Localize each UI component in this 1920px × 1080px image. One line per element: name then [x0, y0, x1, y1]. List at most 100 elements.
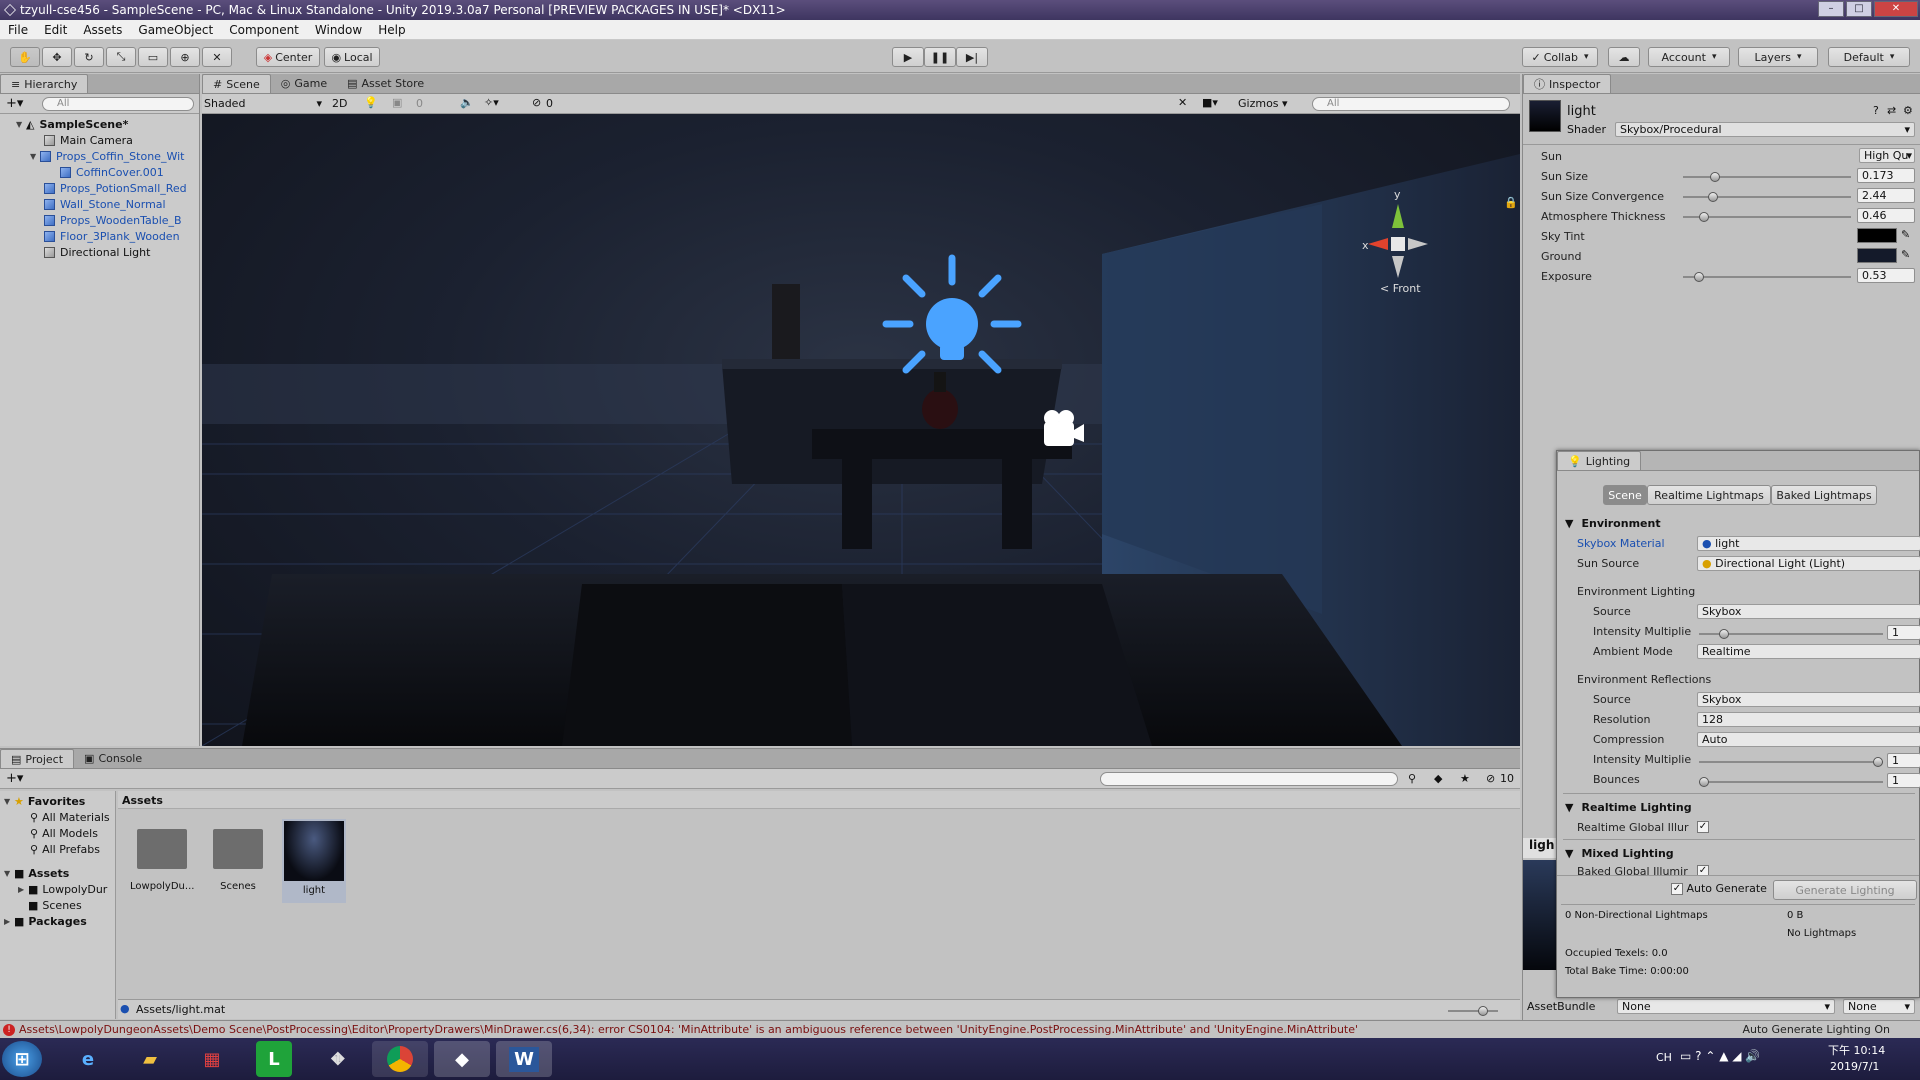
bounces-field[interactable]: 1	[1887, 773, 1920, 788]
bounces-slider[interactable]	[1699, 777, 1883, 787]
asset-item-scenes[interactable]: Scenes	[206, 819, 270, 903]
apps-icon[interactable]: ▦	[184, 1041, 240, 1077]
sun-convergence-field[interactable]: 2.44	[1857, 188, 1915, 203]
slider-knob[interactable]	[1698, 212, 1709, 222]
hierarchy-search-input[interactable]: All	[42, 97, 194, 111]
favorites-item-materials[interactable]: ⚲ All Materials	[0, 809, 115, 825]
slider-knob[interactable]	[1708, 192, 1719, 202]
sun-convergence-slider[interactable]	[1683, 192, 1851, 202]
light-gizmo-icon[interactable]	[882, 254, 1022, 374]
exposure-slider[interactable]	[1683, 272, 1851, 282]
mixed-lighting-section[interactable]: ▼ Mixed Lighting	[1565, 847, 1674, 860]
realtime-gi-checkbox[interactable]: ✓	[1697, 820, 1709, 833]
tab-baked-lightmaps[interactable]: Baked Lightmaps	[1771, 485, 1877, 505]
project-search-input[interactable]	[1100, 772, 1398, 786]
view-orientation-label[interactable]: < Front	[1380, 282, 1421, 295]
shading-mode-dropdown[interactable]: Shaded ▾	[204, 97, 322, 110]
baked-gi-checkbox[interactable]: ✓	[1697, 864, 1709, 875]
unknown-app-icon[interactable]: ⛖	[310, 1041, 366, 1077]
tab-hierarchy[interactable]: ≡ Hierarchy	[0, 74, 89, 93]
pause-button[interactable]: ❚❚	[924, 47, 956, 67]
chrome-icon[interactable]	[372, 1041, 428, 1077]
menu-gameobject[interactable]: GameObject	[130, 23, 221, 37]
assets-folder-scenes[interactable]: ■ Scenes	[0, 897, 115, 913]
audio-toggle-icon[interactable]: 🔈	[460, 96, 474, 109]
icon-size-slider[interactable]	[1448, 1006, 1498, 1016]
close-button[interactable]: ✕	[1874, 1, 1918, 17]
minimize-button[interactable]: –	[1818, 1, 1844, 17]
asset-item-lowpoly[interactable]: LowpolyDu...	[130, 819, 194, 903]
lighting-toggle-icon[interactable]: 💡	[364, 96, 378, 109]
slider-knob[interactable]	[1699, 777, 1709, 787]
tab-scene[interactable]: # Scene	[202, 74, 271, 93]
hierarchy-item-main-camera[interactable]: Main Camera	[0, 132, 199, 148]
hierarchy-item-coffin[interactable]: ▼ Props_Coffin_Stone_Wit	[0, 148, 199, 164]
tab-lighting[interactable]: 💡 Lighting	[1557, 451, 1642, 470]
expand-arrow-icon[interactable]: ▼	[16, 120, 26, 129]
help-icon[interactable]: ?	[1873, 104, 1879, 117]
hierarchy-item-wall[interactable]: Wall_Stone_Normal	[0, 196, 199, 212]
move-tool-button[interactable]: ✥	[42, 47, 72, 67]
realtime-lighting-section[interactable]: ▼ Realtime Lighting	[1565, 801, 1692, 814]
gear-icon[interactable]: ⚙	[1903, 104, 1913, 117]
assets-folder-lowpoly[interactable]: ▶ ■ LowpolyDur	[0, 881, 115, 897]
clock-date[interactable]: 2019/7/1	[1830, 1060, 1879, 1073]
sun-size-field[interactable]: 0.173	[1857, 168, 1915, 183]
favorite-icon[interactable]: ★	[1460, 772, 1470, 785]
tab-inspector[interactable]: ⓘ Inspector	[1523, 74, 1612, 93]
favorites-item-prefabs[interactable]: ⚲ All Prefabs	[0, 841, 115, 857]
hierarchy-item-potion[interactable]: Props_PotionSmall_Red	[0, 180, 199, 196]
filter-label-icon[interactable]: ◆	[1434, 772, 1442, 785]
unity-icon[interactable]: ◆	[434, 1041, 490, 1077]
eyedropper-icon[interactable]: ✎	[1901, 248, 1910, 261]
env-intensity-slider[interactable]	[1699, 629, 1883, 639]
lock-icon[interactable]: 🔒	[1504, 196, 1518, 209]
atmosphere-field[interactable]: 0.46	[1857, 208, 1915, 223]
hierarchy-item-floor[interactable]: Floor_3Plank_Wooden	[0, 228, 199, 244]
input-language[interactable]: CH	[1656, 1051, 1672, 1064]
project-breadcrumb[interactable]: Assets	[118, 791, 1520, 809]
menu-component[interactable]: Component	[221, 23, 307, 37]
status-bar[interactable]: ! Assets\LowpolyDungeonAssets\Demo Scene…	[0, 1020, 1920, 1038]
transform-tool-button[interactable]: ⊕	[170, 47, 200, 67]
play-button[interactable]: ▶	[892, 47, 924, 67]
scene-search-input[interactable]: All	[1312, 97, 1510, 111]
create-button[interactable]: +▾	[6, 771, 23, 786]
menu-window[interactable]: Window	[307, 23, 370, 37]
create-button[interactable]: +▾	[6, 96, 23, 111]
ground-swatch[interactable]	[1857, 248, 1897, 263]
favorites-item-models[interactable]: ⚲ All Models	[0, 825, 115, 841]
sun-size-slider[interactable]	[1683, 172, 1851, 182]
shader-dropdown[interactable]: Skybox/Procedural ▾	[1615, 122, 1915, 137]
filter-type-icon[interactable]: ⚲	[1408, 772, 1416, 785]
effects-dropdown-icon[interactable]: ✧▾	[484, 96, 499, 109]
assetbundle-variant-dropdown[interactable]: None ▾	[1843, 999, 1915, 1014]
skybox-material-field[interactable]: ● light	[1697, 536, 1920, 551]
slider-knob[interactable]	[1694, 272, 1705, 282]
start-icon[interactable]: ⊞	[2, 1041, 42, 1077]
tab-console[interactable]: ▣ Console	[74, 749, 152, 768]
slider-knob[interactable]	[1719, 629, 1729, 639]
eyedropper-icon[interactable]: ✎	[1901, 228, 1910, 241]
atmosphere-slider[interactable]	[1683, 212, 1851, 222]
assets-row[interactable]: ▼ ■ Assets	[0, 865, 115, 881]
packages-row[interactable]: ▶ ■ Packages	[0, 913, 115, 929]
explorer-icon[interactable]: ▰	[122, 1041, 178, 1077]
fx-toggle-icon[interactable]: ▣	[392, 96, 402, 109]
auto-generate-checkbox[interactable]: ✓ Auto Generate	[1671, 882, 1767, 895]
tab-realtime-lightmaps[interactable]: Realtime Lightmaps	[1647, 485, 1771, 505]
tray-icons[interactable]: ▭ ? ⌃ ▲ ◢ 🔊	[1680, 1049, 1760, 1063]
hierarchy-item-coffin-cover[interactable]: CoffinCover.001	[0, 164, 199, 180]
hidden-objects-icon[interactable]: ⊘	[532, 96, 541, 109]
scene-viewport[interactable]: y x < Front 🔒	[202, 114, 1520, 746]
sky-tint-swatch[interactable]	[1857, 228, 1897, 243]
account-dropdown[interactable]: Account	[1648, 47, 1730, 67]
hidden-packages-icon[interactable]: ⊘	[1486, 772, 1495, 785]
scale-tool-button[interactable]: ⤡	[106, 47, 136, 67]
refl-intensity-field[interactable]: 1	[1887, 753, 1920, 768]
preview-header-label[interactable]: ligh	[1523, 838, 1557, 858]
gizmos-dropdown[interactable]: Gizmos ▾	[1238, 97, 1288, 110]
pivot-center-button[interactable]: ◈ Center	[256, 47, 320, 67]
menu-assets[interactable]: Assets	[75, 23, 130, 37]
slider-knob[interactable]	[1709, 172, 1720, 182]
